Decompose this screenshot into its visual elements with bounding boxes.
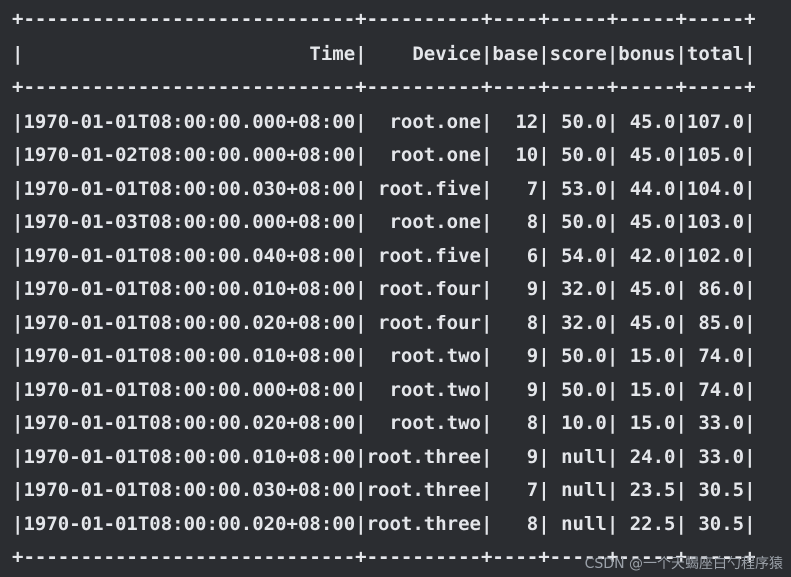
table-row: |1970-01-01T08:00:00.030+08:00|root.thre…	[12, 479, 756, 501]
table-row: |1970-01-01T08:00:00.020+08:00| root.fou…	[12, 311, 756, 334]
table-row: |1970-01-01T08:00:00.020+08:00| root.two…	[12, 412, 756, 434]
table-border-mid: +-----------------------------+---------…	[12, 76, 756, 98]
table-row: |1970-01-01T08:00:00.000+08:00| root.two…	[12, 378, 756, 401]
table-row: |1970-01-01T08:00:00.010+08:00| root.fou…	[12, 278, 756, 300]
table-row: |1970-01-01T08:00:00.030+08:00| root.fiv…	[12, 177, 756, 200]
table-row: |1970-01-01T08:00:00.000+08:00| root.one…	[12, 110, 756, 133]
table-header-row: | Time| Device|base|score|bonus|total|	[12, 43, 756, 65]
table-border-top: +-----------------------------+---------…	[12, 8, 756, 30]
watermark: CSDN @一个天蝎座白勺程序猿	[584, 556, 783, 572]
table-row: |1970-01-01T08:00:00.020+08:00|root.thre…	[12, 512, 756, 535]
table-row: |1970-01-01T08:00:00.010+08:00|root.thre…	[12, 445, 756, 468]
terminal-output[interactable]: +-----------------------------+---------…	[0, 0, 791, 577]
table-row: |1970-01-01T08:00:00.010+08:00| root.two…	[12, 345, 756, 367]
table-row: |1970-01-01T08:00:00.040+08:00| root.fiv…	[12, 244, 756, 267]
table-row: |1970-01-03T08:00:00.000+08:00| root.one…	[12, 211, 756, 233]
table-row: |1970-01-02T08:00:00.000+08:00| root.one…	[12, 144, 756, 166]
